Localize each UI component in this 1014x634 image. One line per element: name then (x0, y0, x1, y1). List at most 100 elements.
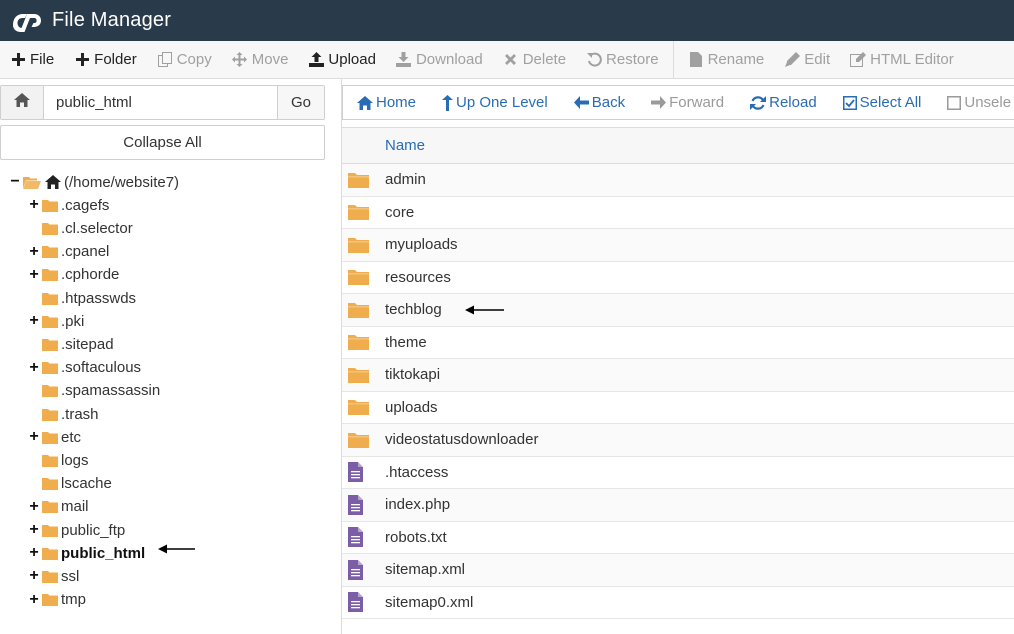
tree-item[interactable]: lscache (28, 473, 112, 495)
tree-item[interactable]: + .cphorde (28, 264, 119, 286)
file-name: theme (385, 333, 427, 351)
file-name: uploads (385, 398, 438, 416)
tree-item[interactable]: .trash (28, 403, 99, 425)
table-row[interactable]: robots.txt (342, 522, 1014, 554)
tree-item[interactable]: + .softaculous (28, 357, 141, 379)
upload-button[interactable]: Upload (298, 41, 386, 78)
folder-icon (42, 361, 58, 375)
tree-item-label: (/home/website7) (64, 173, 180, 191)
expand-toggle[interactable]: + (28, 428, 40, 446)
file-name: core (385, 203, 415, 221)
new-folder-button[interactable]: Folder (64, 41, 147, 78)
folder-icon (42, 570, 58, 583)
table-row[interactable]: theme (342, 327, 1014, 359)
delete-button[interactable]: Delete (493, 41, 576, 78)
tree-item[interactable]: + .cagefs (28, 194, 109, 216)
tree-item-label: .cl.selector (61, 219, 133, 237)
unselect-all-button[interactable]: Unsele (933, 86, 1014, 119)
table-row[interactable]: techblog (342, 294, 1014, 327)
edit-button[interactable]: Edit (774, 41, 840, 78)
copy-button[interactable]: Copy (147, 41, 222, 78)
restore-button[interactable]: Restore (576, 41, 669, 78)
new-file-button[interactable]: File (0, 41, 64, 78)
delete-icon (503, 52, 519, 68)
restore-label: Restore (606, 51, 659, 68)
expand-toggle[interactable]: + (28, 521, 40, 539)
tree-item[interactable]: + .pki (28, 310, 84, 332)
right-pane: Home Up One Level Back Forward Reload Se… (341, 79, 1014, 634)
delete-label: Delete (522, 51, 567, 68)
cpanel-logo (10, 7, 44, 35)
home-directory-button[interactable] (1, 86, 44, 119)
up-one-level-button[interactable]: Up One Level (428, 86, 560, 119)
tree-item-label: lscache (61, 475, 112, 493)
go-button[interactable]: Go (277, 86, 324, 119)
tree-item-label: logs (61, 451, 89, 469)
tree-item[interactable]: + mail (28, 496, 88, 518)
expand-toggle[interactable]: + (28, 243, 40, 261)
table-row[interactable]: index.php (342, 489, 1014, 522)
name-column-header[interactable]: Name (342, 127, 1014, 164)
upload-label: Upload (328, 51, 376, 68)
tree-item[interactable]: + public_ftp (28, 519, 125, 541)
expand-toggle[interactable]: + (28, 591, 40, 609)
folder-icon (42, 245, 58, 259)
name-column-label: Name (385, 137, 426, 154)
table-row[interactable]: core (342, 197, 1014, 229)
table-row[interactable]: sitemap.xml (342, 554, 1014, 587)
forward-button[interactable]: Forward (637, 86, 736, 119)
tree-item[interactable]: .cl.selector (28, 217, 133, 239)
path-input[interactable] (44, 86, 277, 119)
nav-home-label: Home (376, 94, 417, 111)
open-folder-icon (23, 176, 42, 189)
tree-item[interactable]: + tmp (28, 589, 86, 611)
unselect-all-label: Unsele (964, 94, 1012, 111)
table-row[interactable]: tiktokapi (342, 359, 1014, 392)
select-all-button[interactable]: Select All (829, 86, 934, 119)
rename-button[interactable]: Rename (678, 41, 775, 78)
tree-item[interactable]: − (/home/website7) (9, 171, 179, 193)
download-icon (396, 52, 412, 68)
back-button[interactable]: Back (560, 86, 637, 119)
expand-toggle[interactable]: + (28, 312, 40, 330)
restore-icon (586, 52, 602, 68)
expand-toggle[interactable]: + (28, 544, 40, 562)
table-row[interactable]: admin (342, 164, 1014, 197)
tree-item[interactable]: + .cpanel (28, 241, 109, 263)
table-row[interactable]: sitemap0.xml (342, 587, 1014, 619)
tree-item[interactable]: .sitepad (28, 333, 114, 355)
path-bar: Go (0, 85, 325, 120)
move-icon (232, 52, 248, 68)
expand-toggle[interactable]: + (28, 567, 40, 585)
main-toolbar: File Folder Copy Move Upload Download De… (0, 41, 1014, 79)
tree-item[interactable]: + public_html (28, 542, 145, 564)
tree-item[interactable]: + ssl (28, 565, 79, 587)
table-row[interactable]: myuploads (342, 229, 1014, 262)
html-editor-button[interactable]: HTML Editor (840, 41, 964, 78)
tree-item[interactable]: + etc (28, 426, 81, 448)
expand-toggle[interactable]: + (28, 498, 40, 516)
tree-item[interactable]: logs (28, 449, 89, 471)
reload-button[interactable]: Reload (736, 86, 829, 119)
forward-arrow-icon (651, 96, 667, 109)
table-row[interactable]: videostatusdownloader (342, 424, 1014, 457)
move-button[interactable]: Move (222, 41, 299, 78)
collapse-all-button[interactable]: Collapse All (0, 125, 325, 160)
table-row[interactable]: uploads (342, 392, 1014, 424)
folder-icon (342, 172, 385, 188)
collapse-toggle[interactable]: − (9, 173, 21, 191)
nav-home-button[interactable]: Home (343, 86, 428, 119)
tree-item-label: .cpanel (61, 243, 110, 261)
expand-toggle[interactable]: + (28, 359, 40, 377)
table-row[interactable]: .htaccess (342, 457, 1014, 489)
select-all-label: Select All (859, 94, 922, 111)
tree-item[interactable]: .htpasswds (28, 287, 136, 309)
expand-toggle[interactable]: + (28, 196, 40, 214)
tree-item[interactable]: .spamassassin (28, 380, 160, 402)
download-button[interactable]: Download (386, 41, 493, 78)
table-row[interactable]: resources (342, 262, 1014, 294)
back-arrow-icon (573, 96, 589, 109)
toolbar-divider (672, 41, 674, 78)
html-editor-icon (850, 52, 867, 68)
expand-toggle[interactable]: + (28, 266, 40, 284)
